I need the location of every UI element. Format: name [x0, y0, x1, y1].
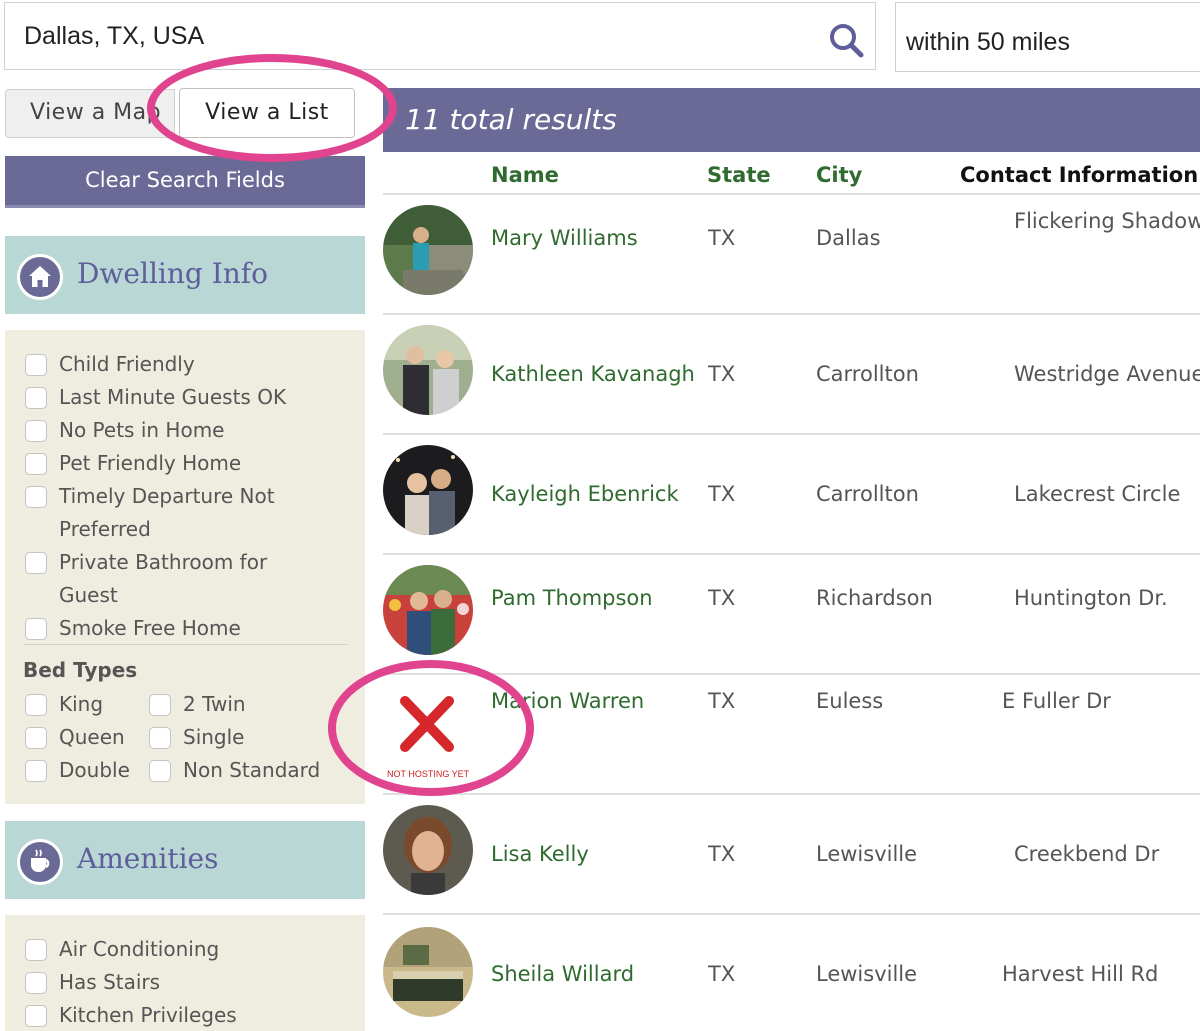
checkbox[interactable]: [25, 694, 47, 716]
host-name-link[interactable]: Lisa Kelly: [491, 842, 589, 866]
checkbox[interactable]: [25, 354, 47, 376]
avatar: [383, 565, 473, 655]
filter-label: Air Conditioning: [59, 937, 220, 961]
city-cell: Lewisville: [816, 842, 918, 866]
view-list-button[interactable]: View a List: [179, 88, 355, 138]
city-cell: Lewisville: [816, 962, 918, 986]
close-icon: [400, 696, 454, 752]
filter-label: Double: [59, 758, 130, 782]
clear-search-fields-button[interactable]: Clear Search Fields: [5, 156, 365, 208]
state-cell: TX: [708, 362, 736, 386]
state-cell: TX: [708, 689, 736, 713]
filter-label: Single: [183, 725, 245, 749]
not-hosting-label: NOT HOSTING YET: [387, 769, 470, 779]
home-icon: [17, 254, 63, 300]
filter-label: Queen: [59, 725, 125, 749]
avatar: [383, 325, 473, 415]
city-cell: Dallas: [816, 226, 881, 250]
state-cell: TX: [708, 482, 736, 506]
host-name-link[interactable]: Pam Thompson: [491, 586, 653, 610]
table-row[interactable]: Sheila Willard TX Lewisville Harvest Hil…: [383, 915, 1200, 1031]
contact-cell: Flickering Shadow: [1014, 209, 1200, 233]
coffee-cup-icon: [17, 839, 63, 885]
host-name-link[interactable]: Marion Warren: [491, 689, 644, 713]
radius-select[interactable]: within 50 miles: [895, 2, 1200, 72]
checkbox[interactable]: [25, 972, 47, 994]
filter-label: Non Standard: [183, 758, 321, 782]
table-row[interactable]: NOT HOSTING YET Marion Warren TX Euless …: [383, 675, 1200, 795]
city-cell: Carrollton: [816, 482, 919, 506]
amenities-filter-panel: Air Conditioning Has Stairs Kitchen Priv…: [5, 915, 365, 1031]
table-row[interactable]: Mary Williams TX Dallas Flickering Shado…: [383, 195, 1200, 315]
results-count-banner: 11 total results: [383, 88, 1200, 152]
filter-label: Smoke Free Home: [59, 616, 241, 640]
contact-cell: Creekbend Dr: [1014, 842, 1160, 866]
checkbox[interactable]: [25, 939, 47, 961]
view-map-button[interactable]: View a Map: [5, 89, 175, 138]
divider: [23, 644, 347, 645]
checkbox[interactable]: [149, 760, 171, 782]
table-row[interactable]: Kathleen Kavanagh TX Carrollton Westridg…: [383, 315, 1200, 435]
not-hosting-badge: NOT HOSTING YET: [383, 685, 473, 779]
checkbox[interactable]: [25, 727, 47, 749]
checkbox[interactable]: [25, 453, 47, 475]
location-input[interactable]: [5, 3, 805, 69]
contact-cell: Lakecrest Circle: [1014, 482, 1181, 506]
filter-label: Last Minute Guests OK: [59, 385, 287, 409]
avatar: [383, 205, 473, 295]
amenities-header[interactable]: Amenities: [5, 821, 365, 899]
host-name-link[interactable]: Sheila Willard: [491, 962, 634, 986]
filter-label: Private Bathroom for Guest: [59, 550, 268, 607]
table-row[interactable]: Kayleigh Ebenrick TX Carrollton Lakecres…: [383, 435, 1200, 555]
checkbox[interactable]: [25, 486, 47, 508]
state-cell: TX: [708, 226, 736, 250]
filter-label: Kitchen Privileges: [59, 1003, 237, 1027]
dwelling-info-header[interactable]: Dwelling Info: [5, 236, 365, 314]
filter-label: No Pets in Home: [59, 418, 225, 442]
checkbox[interactable]: [25, 760, 47, 782]
avatar: [383, 927, 473, 1017]
checkbox[interactable]: [25, 420, 47, 442]
bed-types-title: Bed Types: [23, 658, 138, 682]
filter-label: Timely Departure Not Preferred: [59, 484, 275, 541]
host-name-link[interactable]: Mary Williams: [491, 226, 638, 250]
section-title: Amenities: [77, 842, 219, 875]
table-row[interactable]: Lisa Kelly TX Lewisville Creekbend Dr: [383, 795, 1200, 915]
search-icon[interactable]: [827, 21, 865, 59]
contact-cell: Westridge Avenue: [1014, 362, 1200, 386]
checkbox[interactable]: [25, 1005, 47, 1027]
checkbox[interactable]: [25, 552, 47, 574]
checkbox[interactable]: [25, 387, 47, 409]
column-header-city[interactable]: City: [816, 163, 862, 187]
section-title: Dwelling Info: [77, 257, 269, 290]
filter-label: Has Stairs: [59, 970, 161, 994]
filter-label: Pet Friendly Home: [59, 451, 242, 475]
column-header-state[interactable]: State: [707, 163, 771, 187]
filter-label: King: [59, 692, 104, 716]
checkbox[interactable]: [149, 694, 171, 716]
city-cell: Richardson: [816, 586, 933, 610]
checkbox[interactable]: [149, 727, 171, 749]
filter-label: 2 Twin: [183, 692, 246, 716]
host-name-link[interactable]: Kathleen Kavanagh: [491, 362, 695, 386]
avatar: [383, 445, 473, 535]
contact-cell: Huntington Dr.: [1014, 586, 1168, 610]
city-cell: Euless: [816, 689, 884, 713]
state-cell: TX: [708, 842, 736, 866]
state-cell: TX: [708, 586, 736, 610]
state-cell: TX: [708, 962, 736, 986]
contact-cell: Harvest Hill Rd: [1002, 962, 1159, 986]
filter-label: Child Friendly: [59, 352, 195, 376]
location-search-box: [4, 2, 876, 70]
table-row[interactable]: Pam Thompson TX Richardson Huntington Dr…: [383, 555, 1200, 675]
dwelling-filter-panel: Child Friendly Last Minute Guests OK No …: [5, 330, 365, 804]
city-cell: Carrollton: [816, 362, 919, 386]
column-header-contact: Contact Information: [960, 163, 1199, 187]
column-header-name[interactable]: Name: [491, 163, 559, 187]
contact-cell: E Fuller Dr: [1002, 689, 1111, 713]
checkbox[interactable]: [25, 618, 47, 640]
avatar: [383, 805, 473, 895]
host-name-link[interactable]: Kayleigh Ebenrick: [491, 482, 679, 506]
